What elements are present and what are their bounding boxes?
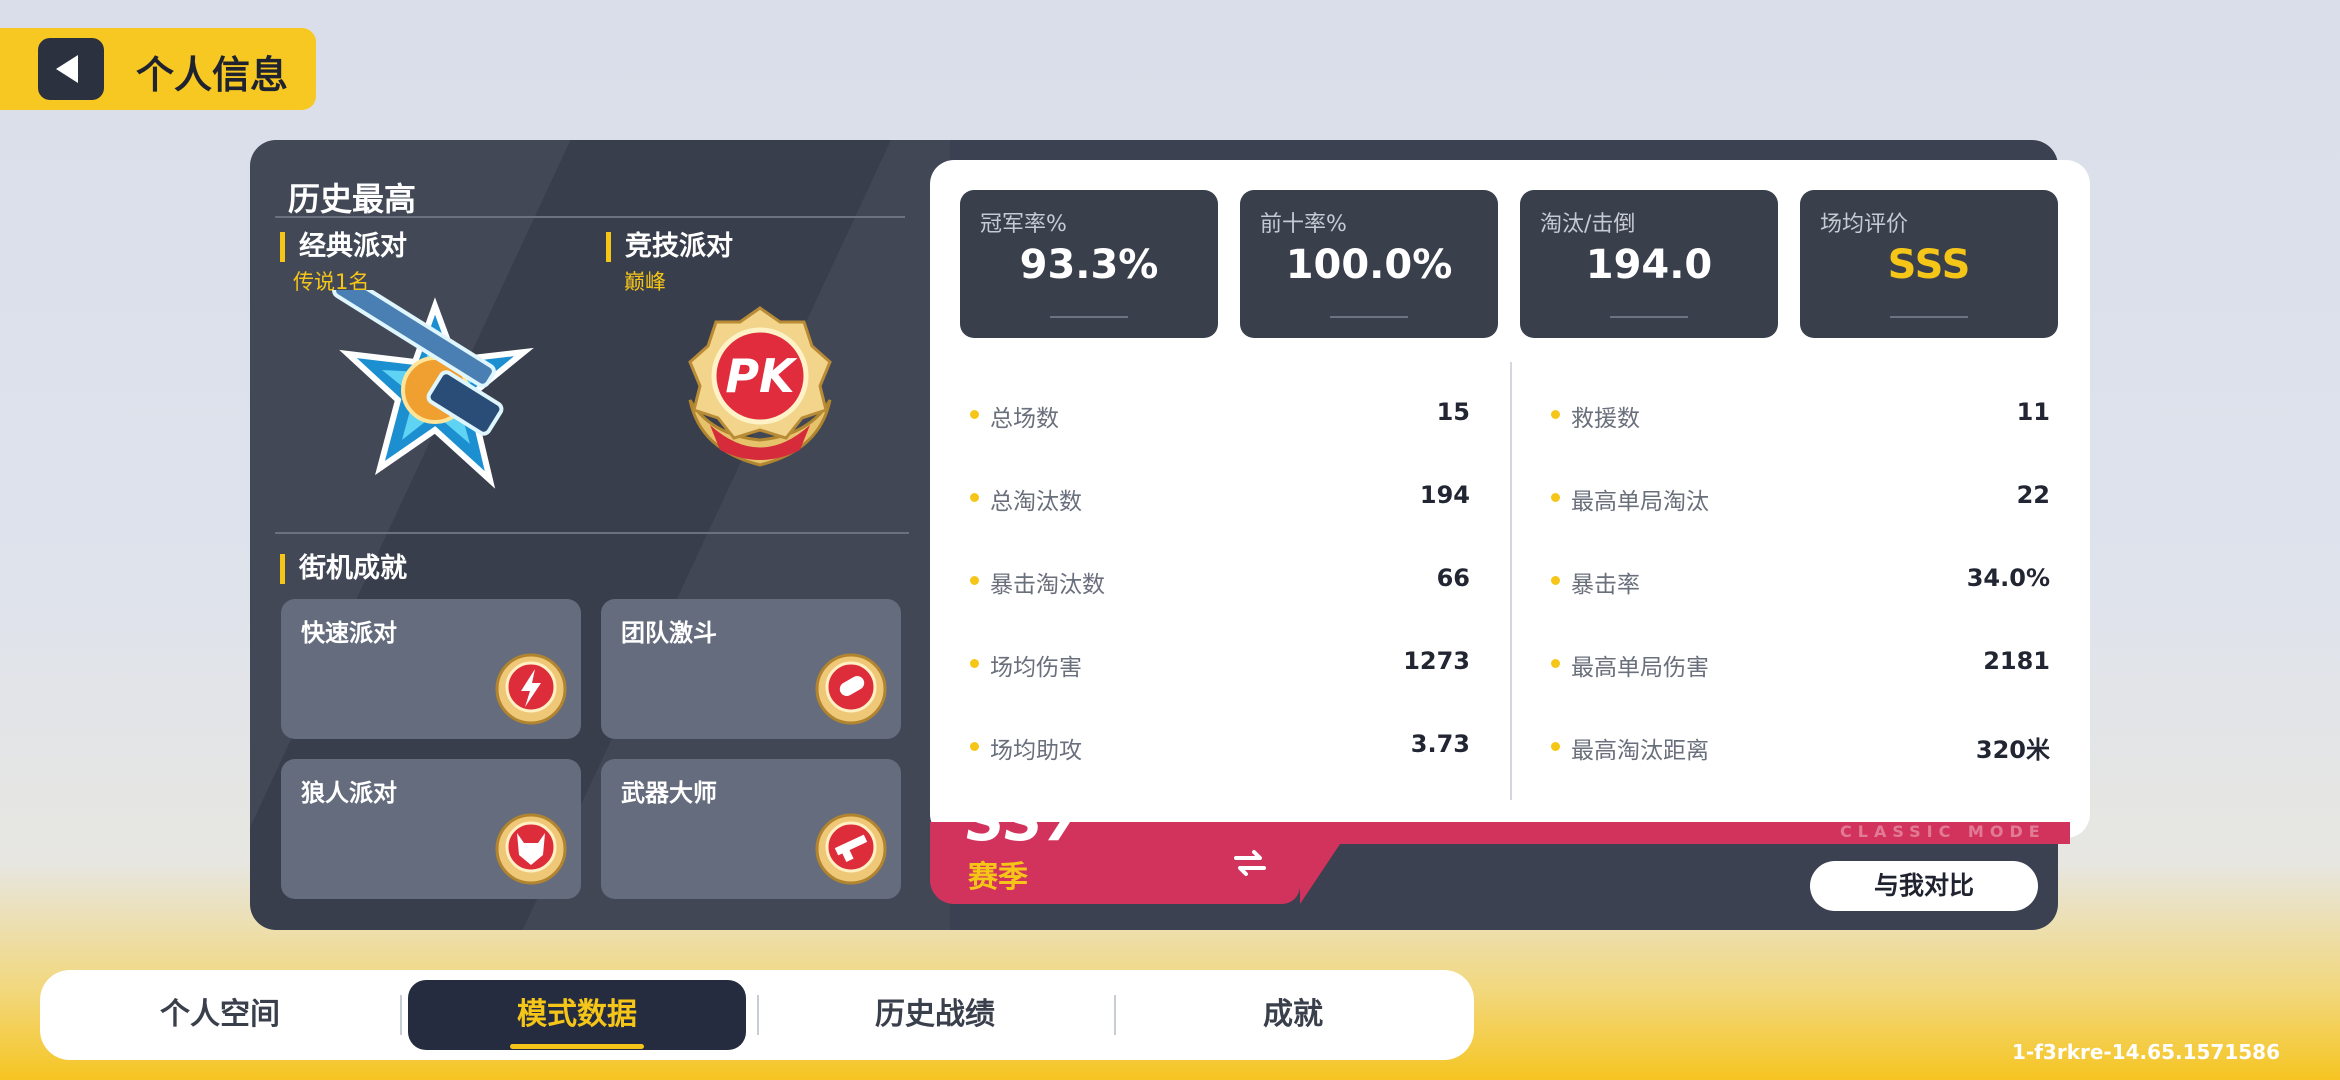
tab-mode-data[interactable]: 模式数据 <box>408 980 746 1050</box>
stat-avg-assists-value: 3.73 <box>1410 730 1470 758</box>
wolf-medal-icon <box>495 813 567 885</box>
summary-label: 前十率% <box>1260 212 1347 237</box>
active-tab-indicator <box>510 1044 644 1049</box>
competitive-mode-title: 竞技派对 <box>606 232 733 262</box>
stat-avg-damage-value: 1273 <box>1403 647 1470 675</box>
swap-arrows-icon[interactable] <box>1232 848 1268 878</box>
stat-rescues-label: 救援数 <box>1551 399 1640 433</box>
summary-underline <box>1610 316 1688 318</box>
arcade-card-werewolf-party[interactable]: 狼人派对 <box>281 759 581 899</box>
back-arrow-icon <box>56 55 78 83</box>
season-notch <box>1300 844 1340 904</box>
summary-value: SSS <box>1887 242 1971 288</box>
arcade-card-label: 狼人派对 <box>301 779 397 807</box>
tab-personal-space[interactable]: 个人空间 <box>60 970 380 1060</box>
history-title: 历史最高 <box>288 180 417 218</box>
stat-max-damage-label: 最高单局伤害 <box>1551 648 1709 682</box>
summary-value: 93.3% <box>1019 242 1159 288</box>
arcade-card-label: 武器大师 <box>621 779 717 807</box>
svg-text:PK: PK <box>725 349 798 403</box>
tab-achievements[interactable]: 成就 <box>1133 970 1453 1060</box>
pk-peak-badge-icon[interactable]: PK <box>680 300 840 470</box>
stat-rescues-value: 11 <box>2016 398 2050 426</box>
arcade-card-label: 快速派对 <box>301 619 397 647</box>
stat-crit-eliminations-label: 暴击淘汰数 <box>970 565 1105 599</box>
classic-mode-title: 经典派对 <box>280 232 407 262</box>
legend-star-badge-icon[interactable] <box>310 290 540 490</box>
arcade-card-label: 团队激斗 <box>621 619 717 647</box>
tab-separator <box>400 995 402 1035</box>
arcade-card-team-battle[interactable]: 团队激斗 <box>601 599 901 739</box>
gun-medal-icon <box>815 813 887 885</box>
stat-avg-assists-label: 场均助攻 <box>970 731 1082 765</box>
arcade-card-weapon-master[interactable]: 武器大师 <box>601 759 901 899</box>
tab-match-history[interactable]: 历史战绩 <box>775 970 1095 1060</box>
bullet-medal-icon <box>815 653 887 725</box>
arcade-title: 街机成就 <box>280 554 407 584</box>
summary-kd: 淘汰/击倒 194.0 <box>1520 190 1778 338</box>
stat-max-elim-distance-label: 最高淘汰距离 <box>1551 731 1709 765</box>
summary-underline <box>1330 316 1408 318</box>
stat-total-eliminations-value: 194 <box>1419 481 1470 509</box>
summary-value: 194.0 <box>1585 242 1713 288</box>
summary-label: 冠军率% <box>980 212 1067 237</box>
compare-with-me-button[interactable]: 与我对比 <box>1810 861 2038 911</box>
stat-total-matches-label: 总场数 <box>970 399 1059 433</box>
summary-top10-rate: 前十率% 100.0% <box>1240 190 1498 338</box>
arcade-card-quick-party[interactable]: 快速派对 <box>281 599 581 739</box>
back-button[interactable] <box>38 38 104 100</box>
stat-max-eliminations-label: 最高单局淘汰 <box>1551 482 1709 516</box>
tab-separator <box>757 995 759 1035</box>
classic-mode-watermark: CLASSIC MODE <box>1840 822 2046 841</box>
season-label: 赛季 <box>968 860 1028 895</box>
summary-avg-rating: 场均评价 SSS <box>1800 190 2058 338</box>
stat-crit-rate-label: 暴击率 <box>1551 565 1640 599</box>
summary-win-rate: 冠军率% 93.3% <box>960 190 1218 338</box>
summary-label: 淘汰/击倒 <box>1540 212 1636 237</box>
stat-max-damage-value: 2181 <box>1983 647 2050 675</box>
summary-underline <box>1050 316 1128 318</box>
stat-total-matches-value: 15 <box>1436 398 1470 426</box>
arcade-divider <box>275 532 909 534</box>
stat-avg-damage-label: 场均伤害 <box>970 648 1082 682</box>
version-string: 1-f3rkre-14.65.1571586 <box>2012 1040 2280 1064</box>
summary-label: 场均评价 <box>1820 212 1909 237</box>
stat-max-elim-distance-value: 320米 <box>1975 736 2050 764</box>
lightning-medal-icon <box>495 653 567 725</box>
tab-separator <box>1114 995 1116 1035</box>
stats-column-divider <box>1510 362 1512 800</box>
page-title: 个人信息 <box>136 53 289 97</box>
stat-crit-rate-value: 34.0% <box>1966 564 2050 592</box>
stat-total-eliminations-label: 总淘汰数 <box>970 482 1082 516</box>
stat-crit-eliminations-value: 66 <box>1436 564 1470 592</box>
competitive-rank: 巅峰 <box>624 270 666 294</box>
summary-value: 100.0% <box>1285 242 1453 288</box>
history-divider <box>275 216 905 218</box>
summary-underline <box>1890 316 1968 318</box>
season-code: SS7 <box>966 790 1083 853</box>
stat-max-eliminations-value: 22 <box>2016 481 2050 509</box>
